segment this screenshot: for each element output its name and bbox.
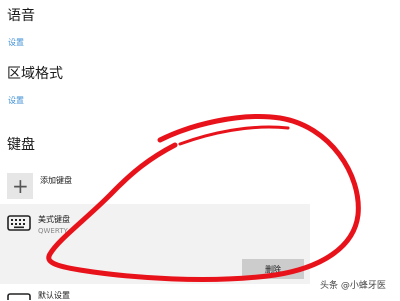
keyboard-icon: [7, 215, 31, 231]
plus-icon: +: [12, 174, 29, 198]
keyboard-name: 美式键盘: [38, 215, 70, 224]
language-settings-link[interactable]: 设置: [8, 38, 24, 48]
region-settings-link[interactable]: 设置: [8, 96, 24, 106]
next-keyboard-item-partial[interactable]: 默认设置: [38, 290, 70, 301]
keyboard-title: 键盘: [7, 137, 35, 153]
region-format-title: 区域格式: [7, 66, 63, 82]
keyboard-item-panel[interactable]: 美式键盘 QWERTY 删除: [0, 204, 310, 284]
watermark: 头条 @小蜂牙医: [320, 281, 386, 291]
keyboard-icon-partial: [7, 293, 31, 300]
language-title: 语音: [7, 8, 35, 24]
delete-keyboard-button[interactable]: 删除: [242, 259, 304, 279]
add-keyboard-button[interactable]: +: [7, 173, 33, 199]
add-keyboard-label[interactable]: 添加键盘: [40, 175, 72, 186]
keyboard-layout: QWERTY: [38, 227, 68, 235]
